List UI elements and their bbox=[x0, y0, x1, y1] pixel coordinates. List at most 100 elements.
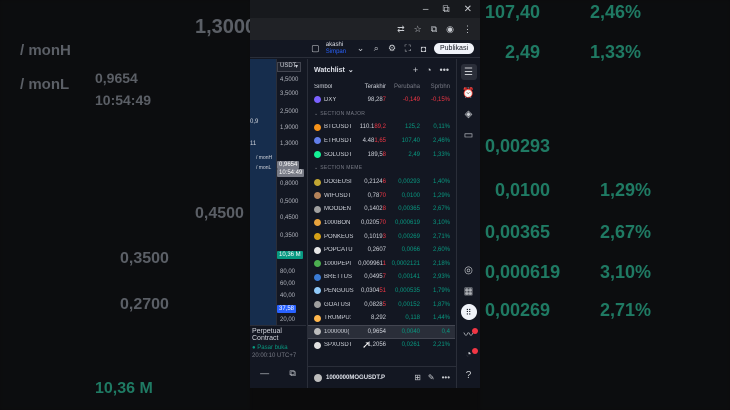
more-icon[interactable]: ••• bbox=[440, 65, 449, 75]
minimize-button[interactable]: – bbox=[423, 4, 429, 15]
volume-tag: 10,36 M bbox=[277, 251, 303, 259]
percent-change: 3,10% bbox=[432, 219, 450, 226]
mon-low-label: / monL bbox=[256, 165, 272, 171]
layout-icon[interactable]: ▢ bbox=[310, 43, 321, 55]
maximize-panel-icon[interactable]: ⧉ bbox=[289, 368, 295, 379]
watchlist-row[interactable]: SPXUSDT 1,2056 0,0261 2,21% bbox=[308, 339, 455, 353]
mon-high-label: / monH bbox=[256, 155, 273, 161]
watchlist-row[interactable]: WIFUSDT 0,7870 0,0100 1,29% bbox=[308, 189, 455, 203]
last-price-main: 0,2607 bbox=[367, 247, 386, 254]
restore-button[interactable]: ⧉ bbox=[442, 4, 449, 15]
watchlist-row[interactable]: MOODEN 0,14028 0,00365 2,67% bbox=[308, 203, 455, 217]
watchlist-header: Watchlist ⌄ + ◔ ••• bbox=[308, 59, 455, 81]
add-symbol-icon[interactable]: + bbox=[413, 65, 418, 75]
bookmark-star-icon[interactable]: ☆ bbox=[414, 24, 422, 35]
section-meme[interactable]: ⌄ SECTION MEME bbox=[308, 161, 455, 175]
watchlist-row[interactable]: PENGUUS 0,030451 0,000535 1,79% bbox=[308, 284, 455, 298]
last-price-tail: 70 bbox=[379, 192, 386, 199]
symbol-logo-icon bbox=[314, 328, 321, 336]
symbol-name: BTCUSDT bbox=[324, 124, 353, 131]
symbol-name: SPXUSDT bbox=[324, 342, 353, 349]
symbol-name: PONKEUS bbox=[324, 233, 354, 240]
settings-icon[interactable]: ⚙ bbox=[387, 43, 398, 55]
widget-icon[interactable]: ◔ bbox=[426, 65, 431, 75]
minimize-panel-icon[interactable]: — bbox=[260, 368, 269, 378]
percent-change: 2,93% bbox=[432, 274, 450, 281]
grid-icon[interactable]: ⊞ bbox=[414, 373, 421, 382]
search-icon[interactable]: ⌕ bbox=[371, 43, 382, 55]
chevron-down-icon[interactable]: ⌄ bbox=[348, 66, 354, 74]
translate-icon[interactable]: ⇄ bbox=[397, 24, 405, 35]
percent-change: 2,71% bbox=[432, 233, 450, 240]
watchlist-icon[interactable]: ☰ bbox=[460, 64, 477, 80]
last-price-main: 0,0205 bbox=[360, 219, 380, 226]
backdrop-text: 2,49 bbox=[505, 42, 541, 62]
alarm-clock-icon[interactable]: ⏰ bbox=[461, 85, 477, 101]
last-price-tail: 89,2 bbox=[374, 124, 386, 131]
apps-icon[interactable]: ⠿ bbox=[460, 304, 477, 320]
watchlist-row[interactable]: 1000000(0,9654 0,0040 0,4 bbox=[308, 324, 455, 339]
backdrop-text: 3,10% bbox=[600, 262, 652, 282]
watchlist-row[interactable]: PONKEUS 0,10193 0,00269 2,71% bbox=[308, 230, 455, 244]
col-pct[interactable]: Sprbhn bbox=[420, 84, 450, 90]
layers-icon[interactable]: ◈ bbox=[461, 106, 477, 122]
target-icon[interactable]: ◎ bbox=[461, 262, 477, 278]
watchlist-row[interactable]: ETHUSDT 4.481,65 107,40 2,46% bbox=[308, 134, 455, 148]
chat-icon[interactable]: ▭ bbox=[461, 127, 477, 143]
percent-change: 1,33% bbox=[432, 151, 450, 158]
fullscreen-icon[interactable]: ⛶ bbox=[402, 43, 413, 55]
right-toolbar: ☰ ⏰ ◈ ▭ ◎ ▦ ⠿ 〰 ◔ ? bbox=[456, 59, 480, 388]
extensions-icon[interactable]: ⧉ bbox=[431, 24, 437, 35]
percent-change: 1,44% bbox=[432, 315, 450, 322]
camera-icon[interactable]: ◘ bbox=[418, 43, 429, 55]
backdrop-text: 0,00269 bbox=[485, 300, 551, 320]
watchlist-row[interactable]: 1000PEPI 0,0099611 0,0002121 2,18% bbox=[308, 257, 455, 271]
chart-highlight-zone bbox=[250, 59, 276, 329]
calendar-icon[interactable]: ▦ bbox=[461, 283, 477, 299]
menu-dots-icon[interactable]: ⋮ bbox=[463, 24, 472, 35]
watchlist-row[interactable]: SOLUSDT 189,58 2,49 1,33% bbox=[308, 148, 455, 162]
chevron-down-icon[interactable]: ⌄ bbox=[355, 43, 366, 55]
publish-button[interactable]: Publikasi bbox=[433, 43, 474, 54]
more-icon[interactable]: ••• bbox=[442, 373, 450, 382]
backdrop-text: 0,9654 bbox=[95, 70, 138, 86]
video-frame: 1,3000 / monH / monL 0,9654 10:54:49 0,4… bbox=[0, 0, 730, 410]
selected-symbol[interactable]: 1000000MOGUSDT.P bbox=[326, 375, 385, 381]
symbol-name: MOODEN bbox=[324, 206, 351, 213]
profile-icon[interactable]: ◉ bbox=[446, 24, 454, 35]
watchlist-row[interactable]: 1000BON 0,020570 0,000619 3,10% bbox=[308, 216, 455, 230]
last-price-main: 0,0304 bbox=[360, 287, 380, 294]
watchlist-row[interactable]: POPCATU 0,2607 0,0066 2,60% bbox=[308, 243, 455, 257]
watchlist-row[interactable]: TRUMPU: 8,292 0,118 1,44% bbox=[308, 311, 455, 325]
backdrop-text: 1,29% bbox=[600, 180, 652, 200]
last-price-main: 0,2124 bbox=[364, 179, 383, 186]
close-button[interactable]: ✕ bbox=[464, 4, 472, 15]
axis-tick: 2,5000 bbox=[280, 109, 299, 115]
backdrop-text: 0,4500 bbox=[195, 205, 244, 222]
backdrop-text: / monL bbox=[20, 76, 70, 93]
last-price-main: 0,9654 bbox=[367, 328, 386, 335]
watchlist-row[interactable]: DXY 98,287 -0,149 -0,15% bbox=[308, 93, 455, 107]
watchlist-row[interactable]: DOGEUSI 0,21246 0,00293 1,40% bbox=[308, 175, 455, 189]
price-axis[interactable]: 4,5000 3,5000 2,5000 1,9000 1,3000 0,965… bbox=[276, 59, 305, 329]
layout-name[interactable]: akashi Simpan bbox=[326, 42, 346, 56]
col-last[interactable]: Terakhir bbox=[358, 84, 386, 90]
currency-select[interactable]: USDT ▾ bbox=[277, 62, 301, 72]
col-symbol[interactable]: Simbol bbox=[314, 84, 358, 90]
watchlist-row[interactable]: GOATUSI 0,08285 0,00152 1,87% bbox=[308, 298, 455, 312]
backdrop-text: 10,36 M bbox=[95, 380, 153, 397]
watchlist-row[interactable]: BRETTUS 0,04957 0,00141 2,93% bbox=[308, 271, 455, 285]
col-change[interactable]: Perubaha bbox=[386, 84, 420, 90]
last-price-tail: 51 bbox=[379, 287, 386, 294]
watchlist-title[interactable]: Watchlist bbox=[314, 67, 345, 74]
edit-icon[interactable]: ✎ bbox=[428, 373, 435, 382]
chart-header: ▢ akashi Simpan ⌄ ⌕ ⚙ ⛶ ◘ Publikasi bbox=[250, 40, 480, 58]
watchlist-row[interactable]: BTCUSDT 110.189,2 125,2 0,11% bbox=[308, 121, 455, 135]
symbol-logo-icon bbox=[314, 178, 321, 186]
help-icon[interactable]: ? bbox=[461, 367, 477, 383]
last-price-main: 98,28 bbox=[367, 96, 383, 103]
price-change: 0,0002121 bbox=[391, 260, 420, 267]
volume-tick: 80,00 bbox=[280, 269, 296, 275]
section-major[interactable]: ⌄ SECTION MAJOR bbox=[308, 107, 455, 121]
symbol-name: TRUMPU: bbox=[324, 315, 352, 322]
